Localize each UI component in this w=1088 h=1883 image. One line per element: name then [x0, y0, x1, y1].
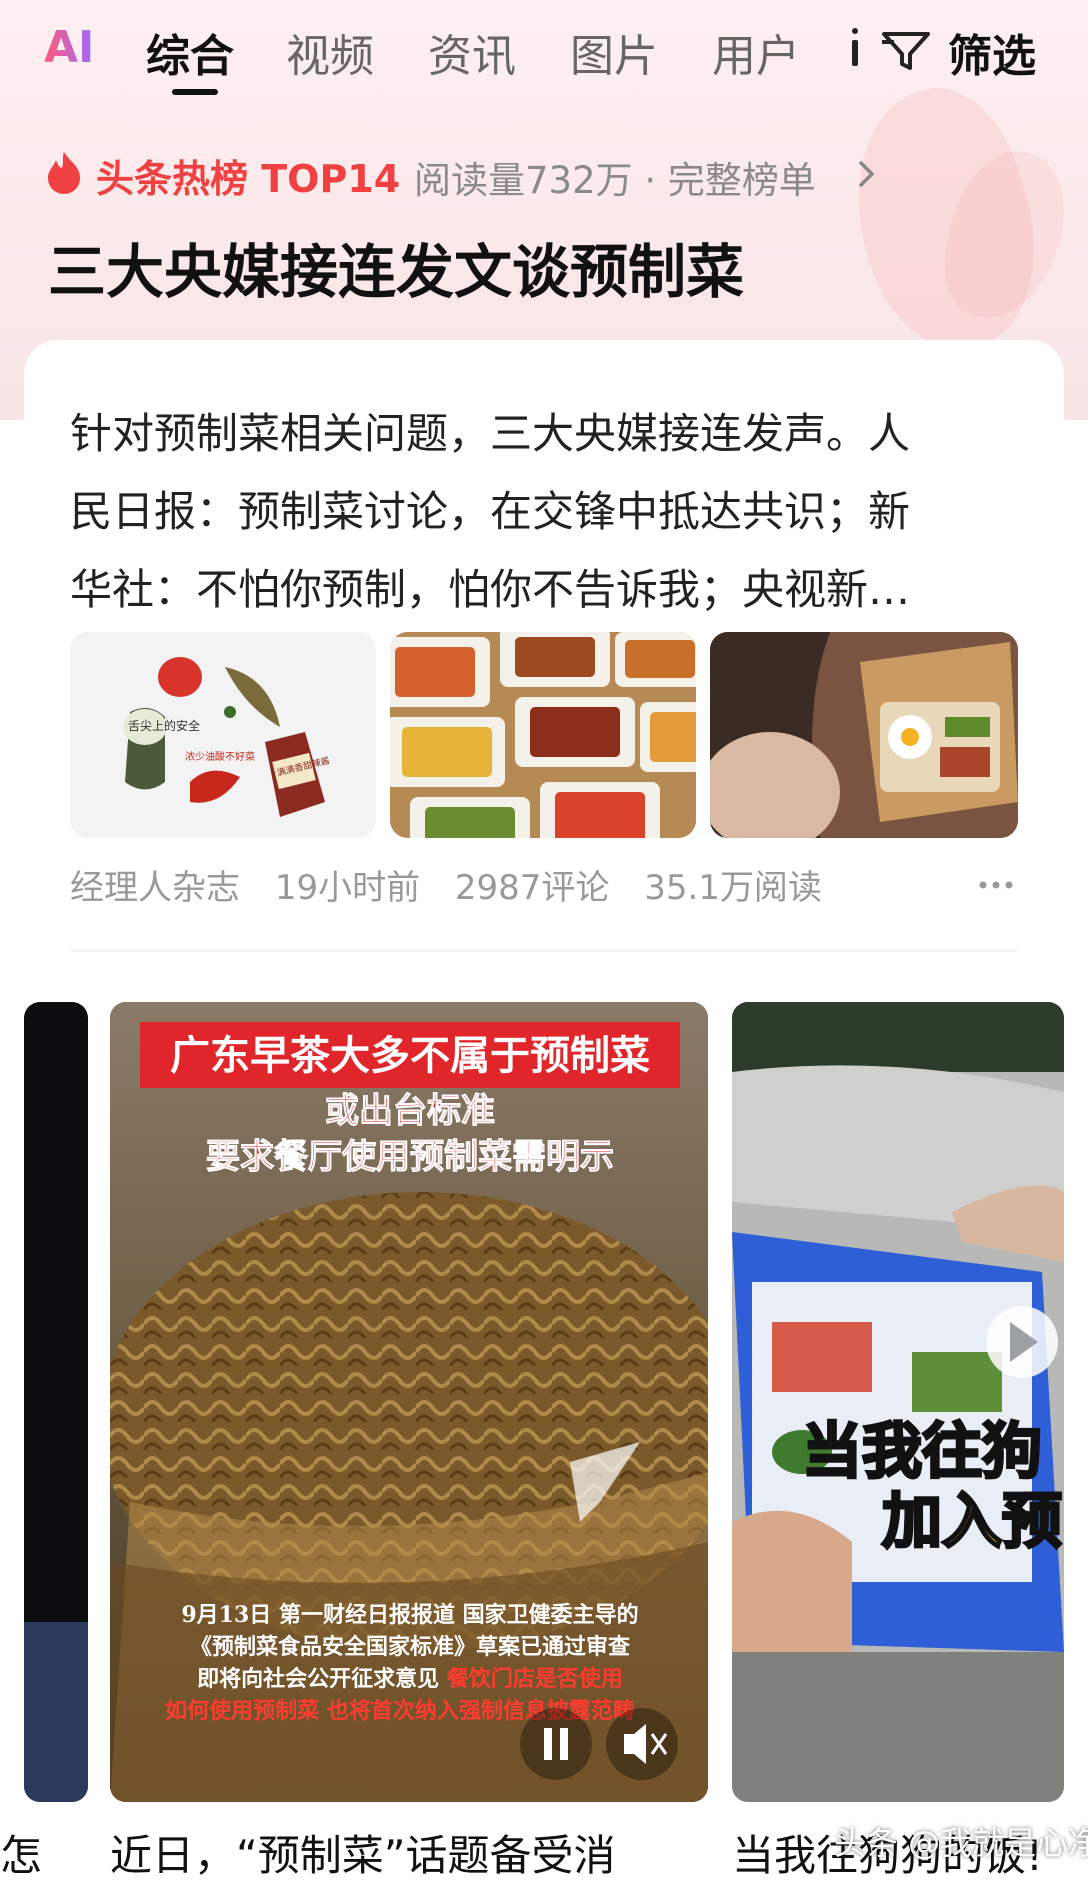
article-reads: 35.1万阅读	[644, 868, 822, 908]
red-sauce-label-text: 浓少油酸不好菜	[185, 750, 255, 763]
video-overlay-text: 加入预	[882, 1487, 1062, 1557]
article-image-illustration[interactable]: 舌尖上的安全 满满香甜辣酱 浓少油酸不好菜	[70, 632, 376, 838]
search-tab-bar: AI 综合 视频 资讯 图片 用户 筛选	[0, 0, 1088, 110]
video-caption-left[interactable]: 怎	[0, 1822, 42, 1883]
video-body-text-red: 餐饮门店是否使用	[447, 1666, 623, 1692]
filter-icon[interactable]	[880, 28, 932, 74]
video-overlay-text: 当我往狗	[802, 1417, 1042, 1487]
ai-logo[interactable]: AI	[44, 22, 94, 73]
jar-label-text: 舌尖上的安全	[128, 718, 200, 733]
meal-boxes-photo	[390, 632, 696, 838]
hot-rank-meta[interactable]: 阅读量732万 · 完整榜单	[414, 150, 816, 204]
watermark: 头条 @我就是心净	[834, 1824, 1088, 1862]
summary-line: 华社：不怕你预制，怕你不告诉我；央视新…	[70, 565, 911, 614]
tab-general[interactable]: 综合	[146, 20, 234, 84]
video-thumbnail: 当我往狗 加入预	[732, 1002, 1064, 1802]
article-summary[interactable]: 针对预制菜相关问题，三大央媒接连发声。人 民日报：预制菜讨论，在交锋中抵达共识；…	[70, 395, 1010, 629]
person-eating-photo	[710, 632, 1018, 838]
video-card-right[interactable]: 当我往狗 加入预	[732, 1002, 1064, 1802]
hot-rank-label: 头条热榜 TOP14	[96, 157, 401, 201]
article-time: 19小时前	[274, 868, 421, 908]
active-tab-indicator	[172, 89, 218, 95]
video-caption-main[interactable]: 近日，“预制菜”话题备受消	[110, 1822, 616, 1883]
hot-topic-title[interactable]: 三大央媒接连发文谈预制菜	[48, 225, 744, 309]
pause-icon	[560, 1728, 568, 1760]
pause-icon	[544, 1728, 552, 1760]
video-card-main[interactable]: 广东早茶大多不属于预制菜 或出台标准 要求餐厅使用预制菜需明示 9月13日 第一…	[110, 1002, 708, 1802]
pause-button[interactable]	[520, 1708, 592, 1780]
article-image-meal-boxes[interactable]	[390, 632, 696, 838]
video-subtitle-text: 要求餐厅使用预制菜需明示	[206, 1137, 614, 1177]
more-tabs-icon[interactable]	[852, 28, 858, 70]
more-options-icon[interactable]	[978, 880, 1014, 890]
video-banner-text: 广东早茶大多不属于预制菜	[170, 1032, 650, 1079]
filter-button[interactable]: 筛选	[948, 20, 1036, 84]
video-body-text: 即将向社会公开征求意见	[197, 1666, 447, 1692]
tab-users[interactable]: 用户	[712, 20, 800, 84]
condiment-illustration: 舌尖上的安全 满满香甜辣酱 浓少油酸不好菜	[70, 632, 376, 838]
summary-line: 针对预制菜相关问题，三大央媒接连发声。人	[70, 409, 911, 458]
fire-icon	[48, 152, 80, 194]
video-subtitle-text: 或出台标准	[325, 1091, 495, 1131]
tab-images[interactable]: 图片	[570, 20, 658, 84]
chevron-right-icon[interactable]	[852, 156, 882, 192]
video-card-partial-left[interactable]	[24, 1002, 88, 1802]
article-meta: 经理人杂志 19小时前 2987评论 35.1万阅读	[70, 860, 846, 909]
video-thumb-fragment	[24, 1622, 88, 1802]
video-body-text-mixed: 即将向社会公开征求意见 餐饮门店是否使用	[197, 1666, 623, 1692]
tab-video[interactable]: 视频	[286, 20, 374, 84]
divider	[70, 950, 1018, 952]
tab-news[interactable]: 资讯	[428, 20, 516, 84]
article-source[interactable]: 经理人杂志	[70, 868, 240, 908]
article-comments: 2987评论	[454, 868, 610, 908]
article-image-person-eating[interactable]	[710, 632, 1018, 838]
video-thumbnail: 广东早茶大多不属于预制菜 或出台标准 要求餐厅使用预制菜需明示 9月13日 第一…	[110, 1002, 708, 1802]
summary-line: 民日报：预制菜讨论，在交锋中抵达共识；新	[70, 487, 911, 536]
video-body-text: 《预制菜食品安全国家标准》草案已通过审查	[190, 1634, 630, 1660]
video-body-text: 9月13日 第一财经日报报道 国家卫健委主导的	[181, 1602, 638, 1628]
